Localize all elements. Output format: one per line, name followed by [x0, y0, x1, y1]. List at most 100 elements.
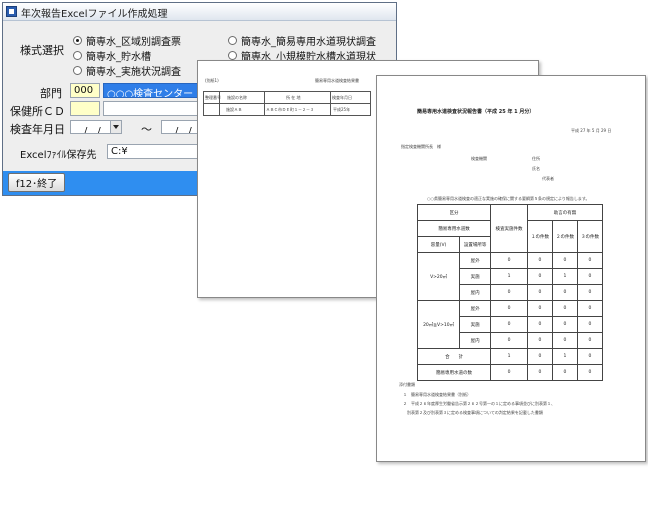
column-header-facility: 施設の名称: [227, 95, 247, 100]
format-select-label: 様式選択: [20, 44, 64, 57]
cell: 0: [576, 348, 604, 365]
note-line-1: １ 簡易専用水道検査結果書（別紙）: [403, 392, 471, 397]
table-header-category: 区分: [416, 204, 492, 221]
result-type: 実施: [459, 316, 492, 333]
sheet-header-right: 簡易専用水道検査結果書: [315, 78, 359, 83]
date-separator: ～: [141, 123, 152, 136]
date-from-value: ＿/＿/＿: [74, 126, 111, 134]
cell: 0: [526, 300, 553, 317]
cell: 0: [576, 332, 604, 349]
install-type: 屋内: [459, 332, 492, 349]
cell: 0: [576, 252, 604, 269]
advice-col-2: ２の件数: [551, 220, 578, 253]
group-label-2: 20㎥≧V>10㎥: [416, 300, 461, 349]
radio-button[interactable]: [228, 51, 237, 60]
cell: 0: [551, 364, 578, 381]
total-label: 合 計: [416, 348, 492, 365]
cell: 0: [526, 348, 553, 365]
cell: 0: [576, 268, 604, 285]
column-header-number: 整理番号: [205, 95, 221, 100]
cell: 0: [526, 364, 553, 381]
install-type: 屋外: [459, 252, 492, 269]
column-header-address: 所 在 地: [286, 95, 301, 100]
install-label: 設置場所等: [459, 236, 492, 253]
note-line-2: ２ 平成２６年度厚生労働省告示第２６２号第一の１に定める事項並びに別表第１、: [403, 401, 555, 406]
save-path-field[interactable]: C:¥: [107, 144, 203, 159]
note-line-3: 別表第２及び別表第３に定める検査事項についての判定結果を記載した書類: [407, 410, 543, 415]
result-type: 実施: [459, 268, 492, 285]
front-report-sheet: 簡易専用水道検査状況報告書（平成 25 年 1 月分） 平成 27 年 5 月 …: [376, 75, 646, 462]
cell: 0: [551, 316, 578, 333]
install-type: 屋内: [459, 284, 492, 301]
cell-date: 平成25年: [333, 107, 351, 112]
cell: 0: [576, 316, 604, 333]
cell: 0: [526, 316, 553, 333]
sheet-header-left: (別紙1): [205, 78, 219, 83]
f12-exit-button[interactable]: f12･終了: [8, 173, 65, 192]
health-center-label: 保健所ＣＤ: [10, 105, 65, 118]
table-header-inspected: 検査実施件数: [490, 204, 528, 253]
cell: 0: [551, 252, 578, 269]
cell: 0: [576, 284, 604, 301]
radio-label: 簡専水_簡易専用水道現状調査: [241, 37, 376, 48]
dept-name-field[interactable]: ○○○検査センター: [103, 83, 203, 98]
window-title: 年次報告Excelファイル作成処理: [21, 9, 168, 20]
report-title: 簡易専用水道検査状況報告書（平成 25 年 1 月分）: [417, 109, 535, 115]
cell: 0: [551, 332, 578, 349]
cell: 1: [490, 348, 528, 365]
radio-button[interactable]: [73, 51, 82, 60]
results-table: 整理番号 施設の名称 所 在 地 検査年月日 施設ＡＢ ＡＢＣ市ＤＥ町１－２－３…: [203, 91, 371, 116]
install-type: 屋外: [459, 300, 492, 317]
cell: 0: [576, 300, 604, 317]
address-label: 住所: [532, 156, 540, 161]
radio-button-selected[interactable]: [73, 36, 82, 45]
advice-col-1: １の件数: [526, 220, 553, 253]
radio-label: 簡専水_実施状況調査: [86, 67, 181, 78]
health-center-code-field[interactable]: [70, 101, 100, 116]
radio-label: 簡専水_貯水槽: [86, 52, 151, 63]
notes-title: 添付書類: [399, 382, 415, 387]
dept-label: 部門: [40, 87, 62, 100]
cell: 0: [490, 284, 528, 301]
cell: 0: [526, 284, 553, 301]
save-path-label: Excelﾌｧｲﾙ保存先: [20, 150, 97, 161]
cell: 0: [490, 332, 528, 349]
report-addressee: 指定検査機関所長 様: [401, 144, 441, 149]
cell: 0: [526, 332, 553, 349]
cell: 0: [526, 268, 553, 285]
title-bar: 年次報告Excelファイル作成処理: [3, 3, 396, 21]
cell: 0: [490, 300, 528, 317]
advice-col-3: ３の件数: [576, 220, 604, 253]
intro-text: ○○県簡易専用水道検査の適正な実施の確保に関する要綱第５条の規定により報告します…: [427, 196, 590, 201]
cell: 0: [490, 316, 528, 333]
radio-button[interactable]: [73, 66, 82, 75]
report-date: 平成 27 年 5 月 29 日: [571, 128, 612, 133]
org-label: 検査機関: [471, 156, 487, 161]
report-table: 区分 検査実施件数 助言の有無 簡易専用水道数 １の件数 ２の件数 ３の件数 容…: [416, 204, 604, 381]
table-header-count: 簡易専用水道数: [416, 220, 492, 237]
health-center-name-field[interactable]: [103, 101, 203, 116]
table-header-advice: 助言の有無: [526, 204, 604, 221]
cell: 1: [490, 268, 528, 285]
cell: 0: [490, 252, 528, 269]
dept-code-field[interactable]: 000: [70, 83, 100, 98]
radio-label: 簡専水_区域別調査票: [86, 37, 181, 48]
capacity-label: 容量(V): [416, 236, 461, 253]
cell: 1: [551, 348, 578, 365]
app-icon: [6, 6, 17, 17]
cell: 1: [551, 268, 578, 285]
group-label-1: V>20㎥: [416, 252, 461, 301]
inspection-date-label: 検査年月日: [10, 123, 65, 136]
cell: 0: [576, 364, 604, 381]
name-label: 氏名: [532, 166, 540, 171]
radio-button[interactable]: [228, 36, 237, 45]
cell-facility: 施設ＡＢ: [226, 107, 242, 112]
cell: 0: [551, 300, 578, 317]
residual-label: 簡易専用水道の数: [416, 364, 492, 381]
chevron-down-icon[interactable]: [110, 121, 121, 133]
cell: 0: [526, 252, 553, 269]
cell: 0: [551, 284, 578, 301]
cell-address: ＡＢＣ市ＤＥ町１－２－３: [266, 107, 314, 112]
cell: 0: [490, 364, 528, 381]
date-from-field[interactable]: ＿/＿/＿: [70, 120, 122, 134]
